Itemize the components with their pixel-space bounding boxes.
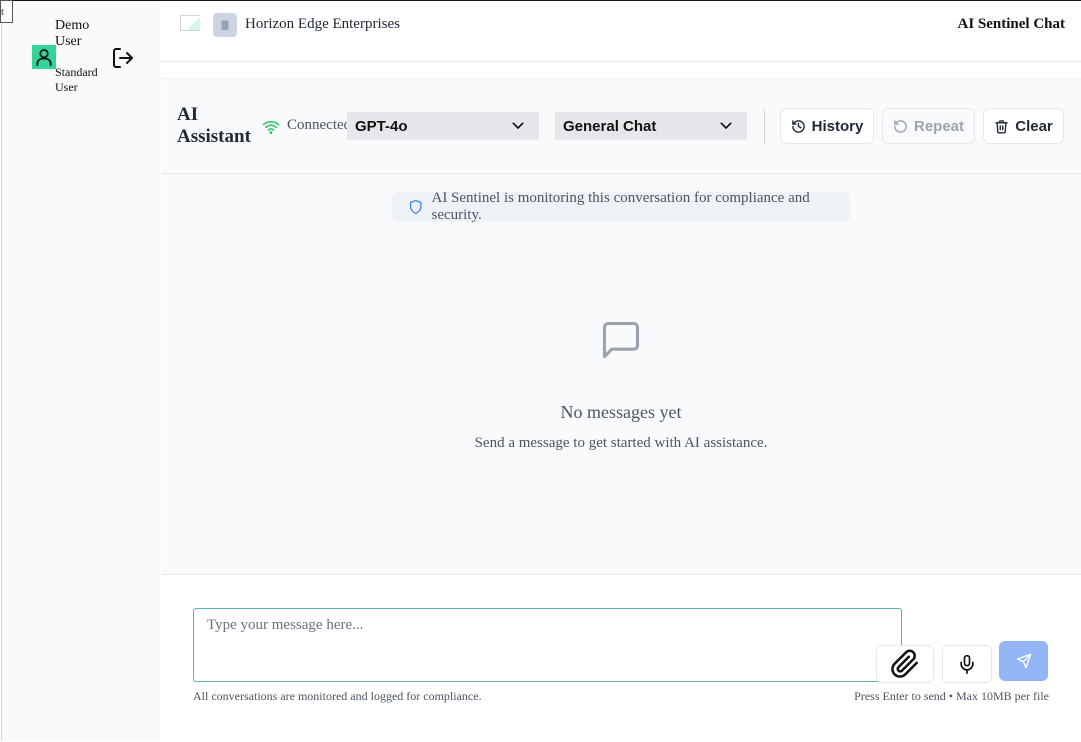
assistant-title: AI Assistant (177, 104, 251, 147)
voice-input-button[interactable] (942, 645, 992, 683)
mic-icon (960, 654, 974, 674)
logout-button[interactable] (109, 44, 137, 72)
wifi-icon (262, 120, 280, 134)
user-icon (36, 49, 52, 67)
monitoring-notice: AI Sentinel is monitoring this conversat… (392, 190, 850, 223)
clear-label: Clear (1015, 117, 1053, 135)
mode-select[interactable]: General Chat (555, 112, 747, 140)
company-name: Horizon Edge Enterprises (245, 16, 400, 32)
empty-state-subtitle: Send a message to get started with AI as… (474, 435, 768, 451)
sidebar: Demo User Standard User (1, 1, 160, 741)
model-select-value: GPT-4o (355, 117, 408, 135)
send-button[interactable] (999, 641, 1048, 681)
skip-link[interactable]: t (0, 0, 13, 23)
history-button[interactable]: History (780, 108, 874, 144)
building-icon (221, 20, 229, 30)
chevron-down-icon (512, 122, 524, 129)
user-role: Standard User (55, 65, 98, 94)
message-input[interactable] (193, 608, 902, 682)
chat-messages-area[interactable]: AI Sentinel is monitoring this conversat… (161, 174, 1081, 574)
shield-icon (409, 199, 422, 215)
avatar (32, 45, 56, 69)
app-title: AI Sentinel Chat (957, 16, 1065, 32)
user-name: Demo User (55, 18, 90, 49)
message-composer: All conversations are monitored and logg… (161, 574, 1081, 742)
chevron-down-icon (720, 122, 732, 129)
monitoring-notice-text: AI Sentinel is monitoring this conversat… (431, 190, 810, 223)
paperclip-icon (891, 649, 918, 678)
model-select[interactable]: GPT-4o (347, 112, 539, 140)
toolbar-divider (764, 109, 765, 145)
connection-status: Connected (287, 117, 352, 133)
empty-state-title: No messages yet (560, 402, 682, 422)
company-logo (180, 15, 200, 31)
logout-icon (113, 48, 133, 68)
mode-select-value: General Chat (563, 117, 657, 135)
send-hint: Press Enter to send • Max 10MB per file (854, 689, 1049, 703)
send-icon (1016, 653, 1031, 669)
history-icon (791, 119, 805, 133)
repeat-label: Repeat (913, 117, 965, 135)
history-label: History (811, 117, 864, 135)
header: Horizon Edge Enterprises AI Sentinel Cha… (161, 1, 1081, 62)
trash-icon (995, 119, 1009, 133)
clear-button[interactable]: Clear (983, 108, 1064, 144)
compliance-note: All conversations are monitored and logg… (193, 689, 482, 703)
company-badge (213, 13, 237, 37)
repeat-button[interactable]: Repeat (882, 108, 975, 144)
rotate-ccw-icon (894, 119, 907, 133)
message-square-icon (602, 321, 640, 359)
attach-file-button[interactable] (876, 645, 934, 683)
chat-toolbar: AI Assistant Connected GPT-4o General Ch… (161, 78, 1081, 174)
